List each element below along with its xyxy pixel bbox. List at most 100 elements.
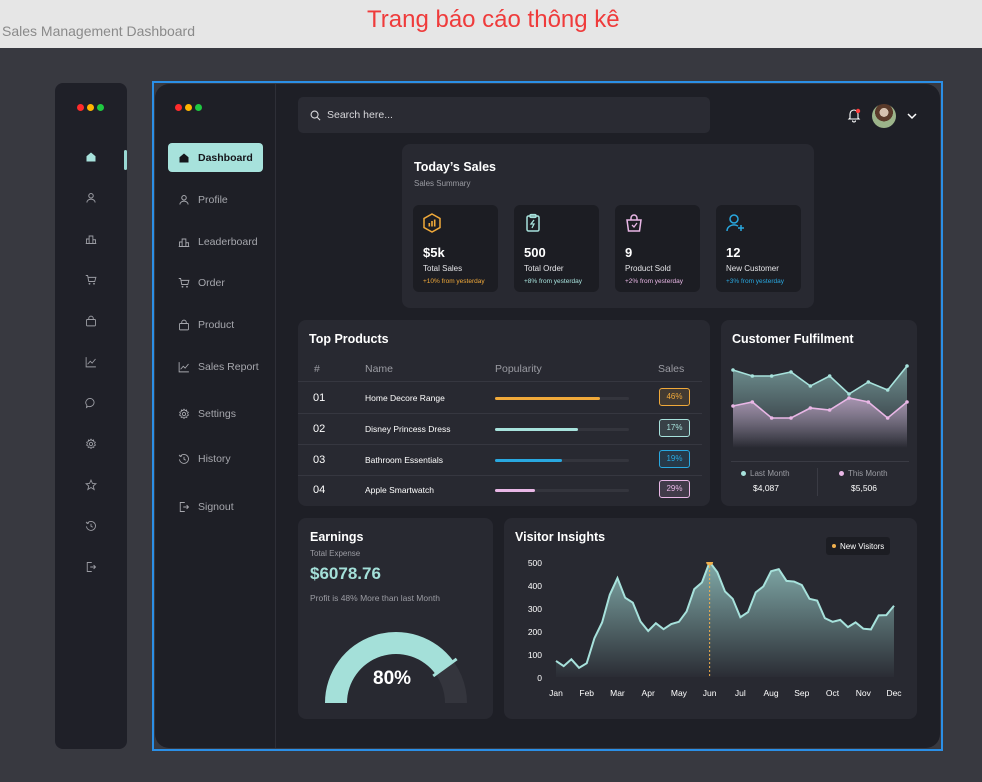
- sidebar-item-label: History: [198, 452, 231, 465]
- product-name: Home Decore Range: [365, 393, 445, 403]
- x-tick-label: Nov: [855, 688, 871, 698]
- app-topbar: Sales Management Dashboard Trang báo cáo…: [0, 0, 982, 48]
- chart-icon[interactable]: [85, 356, 97, 368]
- message-icon[interactable]: [85, 397, 97, 409]
- data-point: [789, 416, 793, 420]
- sidebar-item-settings[interactable]: Settings: [168, 399, 263, 428]
- legend-label: New Visitors: [840, 541, 885, 551]
- table-row[interactable]: 03 Bathroom Essentials 19%: [298, 445, 702, 476]
- table-divider: [298, 381, 702, 382]
- x-tick-label: Oct: [825, 688, 840, 698]
- cart-icon[interactable]: [85, 274, 97, 286]
- data-point: [905, 400, 909, 404]
- legend-value: $4,087: [753, 483, 779, 493]
- bag-icon[interactable]: [85, 315, 97, 327]
- y-tick-label: 100: [527, 650, 542, 660]
- star-icon[interactable]: [85, 479, 97, 491]
- settings-icon[interactable]: [85, 438, 97, 450]
- sidebar-item-signout[interactable]: Signout: [168, 492, 263, 521]
- signout-icon[interactable]: [85, 561, 97, 573]
- stat-change: +10% from yesterday: [423, 278, 485, 285]
- x-tick-label: Mar: [610, 688, 625, 698]
- user-icon[interactable]: [85, 192, 97, 204]
- popularity-bar: [495, 489, 629, 492]
- x-tick-label: Feb: [579, 688, 595, 698]
- row-number: 01: [313, 392, 326, 404]
- stat-tile: 500 Total Order +8% from yesterday: [514, 205, 599, 292]
- sidebar-item-order[interactable]: Order: [168, 268, 263, 297]
- card-title: Visitor Insights: [515, 530, 606, 544]
- home-icon[interactable]: [85, 151, 97, 163]
- earnings-card: Earnings Total Expense $6078.76 Profit i…: [298, 518, 493, 719]
- chart-icon: [178, 361, 189, 372]
- legend-new-visitors: New Visitors: [826, 537, 891, 555]
- maximize-dot[interactable]: [97, 104, 104, 111]
- sidebar-item-label: Sales Report: [198, 360, 259, 373]
- minimize-dot[interactable]: [87, 104, 94, 111]
- add-user-icon: [726, 214, 744, 232]
- table-row[interactable]: 02 Disney Princess Dress 17%: [298, 414, 702, 445]
- popularity-fill: [495, 459, 562, 462]
- popularity-bar: [495, 428, 629, 431]
- data-point: [750, 374, 755, 378]
- legend-last-month: Last Month: [741, 469, 790, 478]
- column-header-num: #: [314, 363, 320, 375]
- home-icon: [179, 153, 189, 162]
- stat-value: $5k: [423, 245, 445, 260]
- search-icon: [310, 110, 321, 120]
- settings-icon: [178, 407, 190, 419]
- product-name: Disney Princess Dress: [365, 424, 451, 434]
- history-icon[interactable]: [85, 520, 97, 532]
- y-tick-label: 500: [527, 558, 542, 568]
- sidebar-item-profile[interactable]: Profile: [168, 185, 263, 214]
- sidebar-item-sales-report[interactable]: Sales Report: [168, 352, 263, 381]
- minimize-dot[interactable]: [185, 104, 192, 111]
- chevron-down-icon[interactable]: [907, 112, 917, 120]
- gauge-percent: 80%: [373, 668, 412, 689]
- active-indicator: [124, 150, 127, 170]
- stat-label: Total Order: [524, 264, 564, 273]
- avatar[interactable]: [872, 104, 896, 128]
- todays-sales-card: Today’s Sales Sales Summary $5k Total Sal…: [402, 144, 814, 308]
- stat-value: 12: [726, 245, 741, 260]
- stat-change: +8% from yesterday: [524, 278, 582, 285]
- table-row[interactable]: 01 Home Decore Range 46%: [298, 383, 702, 414]
- legend-dot: [832, 544, 836, 548]
- bell-icon[interactable]: [847, 108, 861, 123]
- customer-fulfilment-card: Customer Fulfilment Last Month $4,087 Th…: [721, 320, 917, 506]
- stat-label: Total Sales: [423, 264, 463, 273]
- search-bar[interactable]: [298, 97, 710, 133]
- x-tick-label: May: [670, 688, 687, 698]
- popularity-fill: [495, 489, 536, 492]
- file-title: Sales Management Dashboard: [2, 23, 196, 39]
- maximize-dot[interactable]: [195, 104, 202, 111]
- dashboard-frame: Dashboard Profile Leaderboard Order Product S…: [155, 84, 940, 748]
- sidebar-item-label: Leaderboard: [198, 235, 258, 248]
- stat-label: New Customer: [726, 264, 779, 273]
- sidebar-item-product[interactable]: Product: [168, 310, 263, 339]
- window-dots: [175, 104, 202, 111]
- stat-tile: 9 Product Sold +2% from yesterday: [615, 205, 700, 292]
- sidebar-item-leaderboard[interactable]: Leaderboard: [168, 227, 263, 256]
- x-tick-label: Jan: [549, 688, 563, 698]
- total-sales-icon: [423, 213, 441, 233]
- data-point: [847, 396, 851, 400]
- leaderboard-icon[interactable]: [85, 233, 97, 245]
- stat-change: +2% from yesterday: [625, 278, 683, 285]
- sidebar-item-dashboard[interactable]: Dashboard: [168, 143, 263, 172]
- table-row[interactable]: 04 Apple Smartwatch 29%: [298, 475, 702, 506]
- search-input[interactable]: [327, 109, 687, 121]
- window-dots: [77, 104, 104, 111]
- data-point: [750, 400, 755, 404]
- card-title: Top Products: [309, 332, 389, 346]
- data-point: [885, 388, 890, 392]
- data-point: [808, 384, 813, 388]
- close-dot[interactable]: [77, 104, 84, 111]
- close-dot[interactable]: [175, 104, 182, 111]
- sales-badge: 46%: [659, 388, 690, 406]
- x-tick-label: Dec: [886, 688, 902, 698]
- stat-value: 500: [524, 245, 546, 260]
- sidebar-item-history[interactable]: History: [168, 444, 263, 473]
- page-heading: Trang báo cáo thông kê: [367, 6, 620, 33]
- cart-icon: [178, 277, 190, 288]
